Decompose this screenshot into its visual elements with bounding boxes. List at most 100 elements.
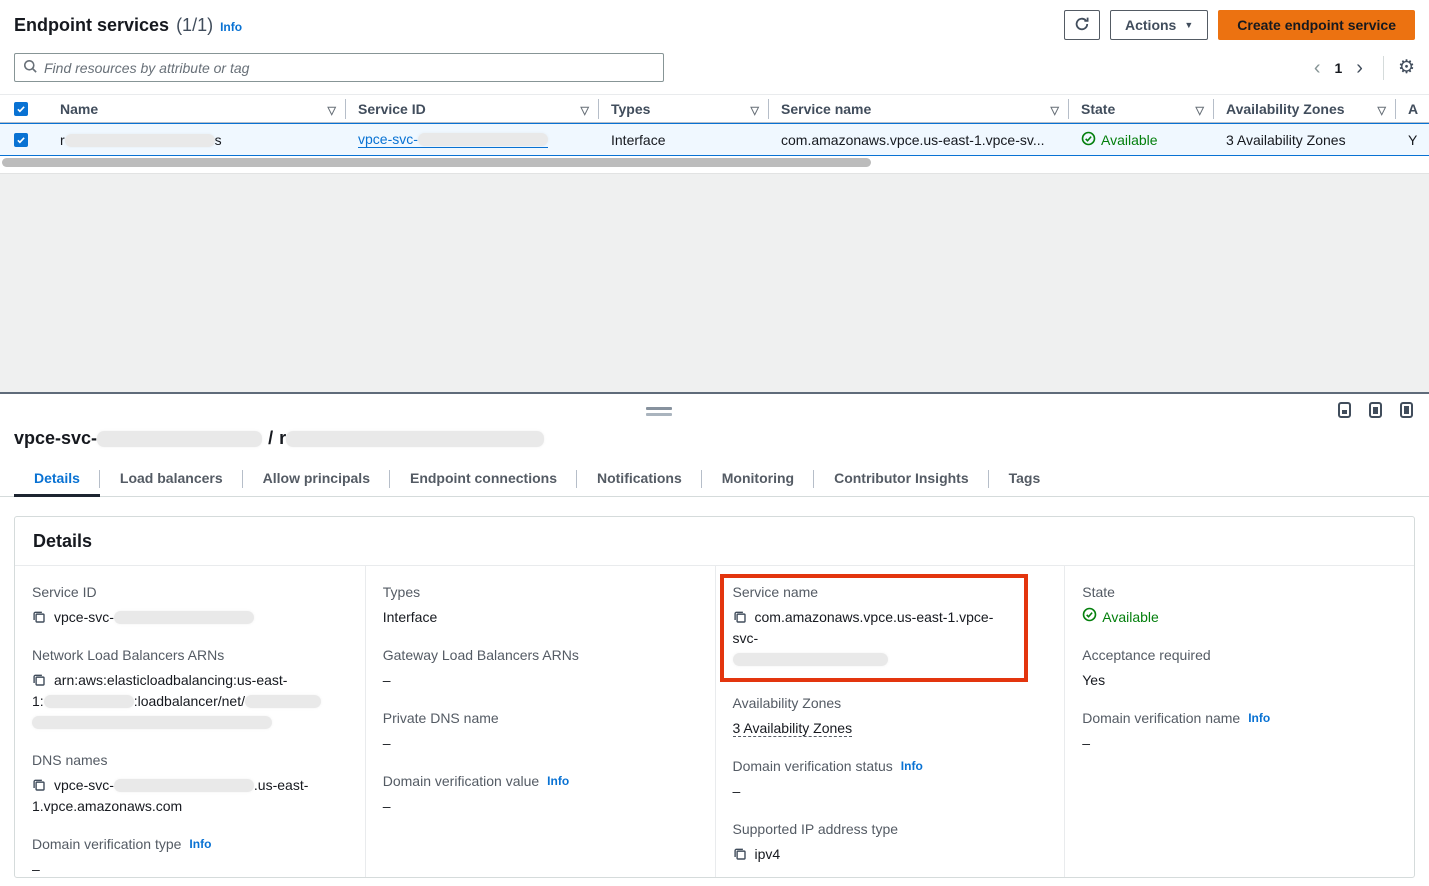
panel-size-medium-icon[interactable] [1369,402,1382,418]
search-input[interactable] [44,60,655,76]
tab-contributor-insights[interactable]: Contributor Insights [814,464,989,497]
tab-notifications[interactable]: Notifications [577,464,702,497]
endpoint-services-table: Name ▽ Service ID ▽ Types ▽ Service name… [0,94,1429,156]
refresh-button[interactable] [1064,10,1100,40]
details-card: Details Service ID vpce-svc- Network Loa… [14,516,1415,878]
redacted-text [733,653,888,666]
field-acceptance-required: Acceptance required Yes [1082,647,1394,691]
details-column-1: Service ID vpce-svc- Network Load Balanc… [15,566,365,878]
actions-button[interactable]: Actions ▼ [1110,10,1208,40]
info-link[interactable]: Info [1248,711,1270,725]
column-header-types[interactable]: Types ▽ [599,95,769,122]
availability-zones-popover-link[interactable]: 3 Availability Zones [1226,132,1346,148]
copy-icon[interactable] [32,610,46,624]
tab-tags[interactable]: Tags [989,464,1061,497]
list-header: Endpoint services (1/1) Info Actions ▼ C… [0,0,1429,40]
horizontal-scrollbar [0,158,1429,167]
pagination: ‹ 1 › ⚙ [1308,56,1415,80]
details-column-2: Types Interface Gateway Load Balancers A… [365,566,715,878]
tab-details[interactable]: Details [14,464,100,497]
redacted-text [114,611,254,624]
available-status-icon [1081,131,1096,149]
field-nlb-arns: Network Load Balancers ARNs arn:aws:elas… [32,647,345,733]
details-column-3: Service name com.amazonaws.vpce.us-east-… [715,566,1065,878]
field-domain-verification-value: Domain verification valueInfo – [383,773,695,817]
table-header-row: Name ▽ Service ID ▽ Types ▽ Service name… [0,95,1429,123]
refresh-icon [1074,16,1090,35]
cell-availability-zones: 3 Availability Zones [1214,132,1396,148]
panel-title: vpce-svc-/r [14,428,1415,449]
search-icon [23,59,38,77]
selected-count: (1/1) [176,15,213,36]
tab-endpoint-connections[interactable]: Endpoint connections [390,464,577,497]
current-page[interactable]: 1 [1330,60,1346,76]
column-header-state[interactable]: State ▽ [1069,95,1214,122]
toolbar-divider [1383,56,1384,80]
split-panel: vpce-svc-/r Details Load balancers Allow… [0,392,1429,884]
redacted-text [286,431,544,447]
info-link[interactable]: Info [547,774,569,788]
availability-zones-popover-link[interactable]: 3 Availability Zones [733,720,853,737]
sort-icon[interactable]: ▽ [1196,105,1204,117]
field-private-dns-name: Private DNS name – [383,710,695,754]
actions-button-label: Actions [1125,17,1176,33]
sort-icon[interactable]: ▽ [581,105,589,117]
cell-partial: Y [1396,132,1429,148]
sort-icon[interactable]: ▽ [328,105,336,117]
column-header-partial[interactable]: A [1396,95,1429,122]
gear-icon[interactable]: ⚙ [1398,58,1415,77]
state-text: Available [1101,132,1158,148]
endpoint-services-list-section: Endpoint services (1/1) Info Actions ▼ C… [0,0,1429,173]
sort-icon[interactable]: ▽ [751,105,759,117]
copy-icon[interactable] [733,610,747,624]
field-service-name: Service name com.amazonaws.vpce.us-east-… [733,584,1016,670]
column-header-availability-zones[interactable]: Availability Zones ▽ [1214,95,1396,122]
previous-page-button[interactable]: ‹ [1308,58,1327,78]
panel-size-large-icon[interactable] [1400,402,1413,418]
copy-icon[interactable] [733,847,747,861]
panel-tabs: Details Load balancers Allow principals … [0,464,1429,497]
field-types: Types Interface [383,584,695,628]
list-toolbar: ‹ 1 › ⚙ [14,53,1415,82]
cell-state: Available [1069,131,1214,149]
info-link[interactable]: Info [901,759,923,773]
cell-name: rs [48,132,346,148]
horizontal-scrollbar-thumb[interactable] [2,158,871,167]
field-glb-arns: Gateway Load Balancers ARNs – [383,647,695,691]
field-domain-verification-name: Domain verification nameInfo – [1082,710,1394,754]
service-name-highlight-box: Service name com.amazonaws.vpce.us-east-… [720,574,1029,682]
column-header-service-id[interactable]: Service ID ▽ [346,95,599,122]
sort-icon[interactable]: ▽ [1051,105,1059,117]
split-panel-drag-handle[interactable] [646,407,672,416]
tab-monitoring[interactable]: Monitoring [702,464,814,497]
next-page-button[interactable]: › [1350,58,1369,78]
redacted-text [245,695,321,708]
column-header-name[interactable]: Name ▽ [48,95,346,122]
cell-types: Interface [599,132,769,148]
info-link[interactable]: Info [220,20,242,34]
tab-load-balancers[interactable]: Load balancers [100,464,243,497]
page-title: Endpoint services [14,15,169,36]
field-domain-verification-type: Domain verification typeInfo – [32,836,345,878]
field-domain-verification-status: Domain verification statusInfo – [733,758,1045,802]
details-card-heading: Details [15,517,1414,566]
copy-icon[interactable] [32,673,46,687]
service-id-link[interactable]: vpce-svc- [358,131,548,148]
panel-size-small-icon[interactable] [1338,402,1351,418]
info-link[interactable]: Info [189,837,211,851]
tab-allow-principals[interactable]: Allow principals [243,464,390,497]
row-checkbox[interactable] [14,133,28,147]
redacted-text [44,695,134,708]
sort-icon[interactable]: ▽ [1378,105,1386,117]
redacted-text [97,431,262,447]
search-box[interactable] [14,53,664,82]
redacted-text [418,133,548,146]
redacted-text [114,779,254,792]
content-background [0,173,1429,392]
create-endpoint-service-button[interactable]: Create endpoint service [1218,10,1415,40]
table-row[interactable]: rs vpce-svc- Interface com.amazonaws.vpc… [0,123,1429,156]
column-header-service-name[interactable]: Service name ▽ [769,95,1069,122]
copy-icon[interactable] [32,778,46,792]
select-all-checkbox[interactable] [14,102,28,116]
chevron-down-icon: ▼ [1184,20,1193,30]
